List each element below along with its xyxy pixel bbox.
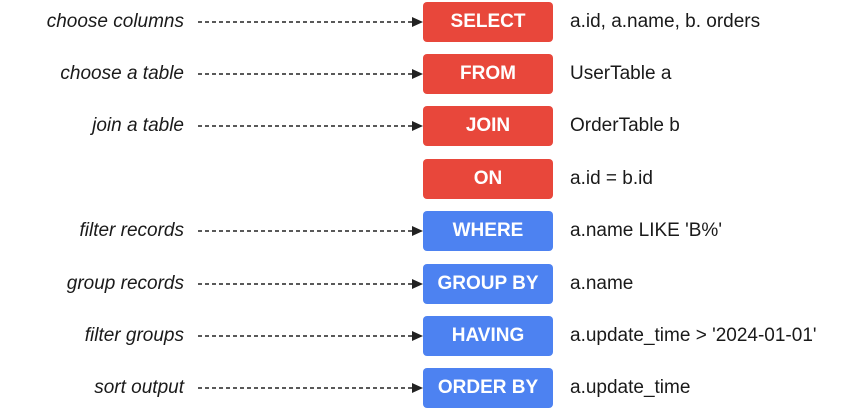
clause-keyword-order-by: ORDER BY: [423, 368, 553, 408]
clause-expression: a.id = b.id: [570, 168, 653, 189]
dashed-arrow-icon: [198, 226, 423, 236]
dashed-arrow-icon: [198, 17, 423, 27]
dashed-arrow-icon: [198, 69, 423, 79]
clause-keyword-from: FROM: [423, 54, 553, 94]
clause-description: choose a table: [60, 63, 184, 84]
clause-keyword-group-by: GROUP BY: [423, 264, 553, 304]
clause-keyword-having: HAVING: [423, 316, 553, 356]
clause-description: group records: [66, 273, 184, 294]
dashed-arrow-icon: [198, 279, 423, 289]
clause-expression: a.name LIKE 'B%': [570, 220, 722, 241]
clause-expression: OrderTable b: [570, 115, 680, 136]
clause-keyword-select: SELECT: [423, 2, 553, 42]
clause-row-on: ON a.id = b.id: [0, 159, 868, 199]
clause-description: sort output: [94, 377, 184, 398]
dashed-arrow-icon: [198, 383, 423, 393]
clause-keyword-join: JOIN: [423, 106, 553, 146]
clause-row-select: choose columns SELECT a.id, a.name, b. o…: [0, 2, 868, 42]
clause-keyword-where: WHERE: [423, 211, 553, 251]
dashed-arrow-icon: [198, 121, 423, 131]
clause-expression: UserTable a: [570, 63, 672, 84]
clause-expression: a.update_time > '2024-01-01': [570, 325, 817, 346]
clause-keyword-on: ON: [423, 159, 553, 199]
sql-clause-diagram: choose columns SELECT a.id, a.name, b. o…: [0, 0, 868, 416]
clause-row-join: join a table JOIN OrderTable b: [0, 106, 868, 146]
clause-row-where: filter records WHERE a.name LIKE 'B%': [0, 211, 868, 251]
clause-row-from: choose a table FROM UserTable a: [0, 54, 868, 94]
clause-row-group-by: group records GROUP BY a.name: [0, 264, 868, 304]
clause-row-having: filter groups HAVING a.update_time > '20…: [0, 316, 868, 356]
clause-expression: a.id, a.name, b. orders: [570, 11, 761, 32]
clause-description: join a table: [92, 115, 184, 136]
clause-expression: a.name: [570, 273, 634, 294]
clause-row-order-by: sort output ORDER BY a.update_time: [0, 368, 868, 408]
dashed-arrow-icon: [198, 331, 423, 341]
clause-description: filter records: [79, 220, 184, 241]
clause-description: choose columns: [46, 11, 184, 32]
clause-expression: a.update_time: [570, 377, 691, 398]
clause-description: filter groups: [84, 325, 184, 346]
